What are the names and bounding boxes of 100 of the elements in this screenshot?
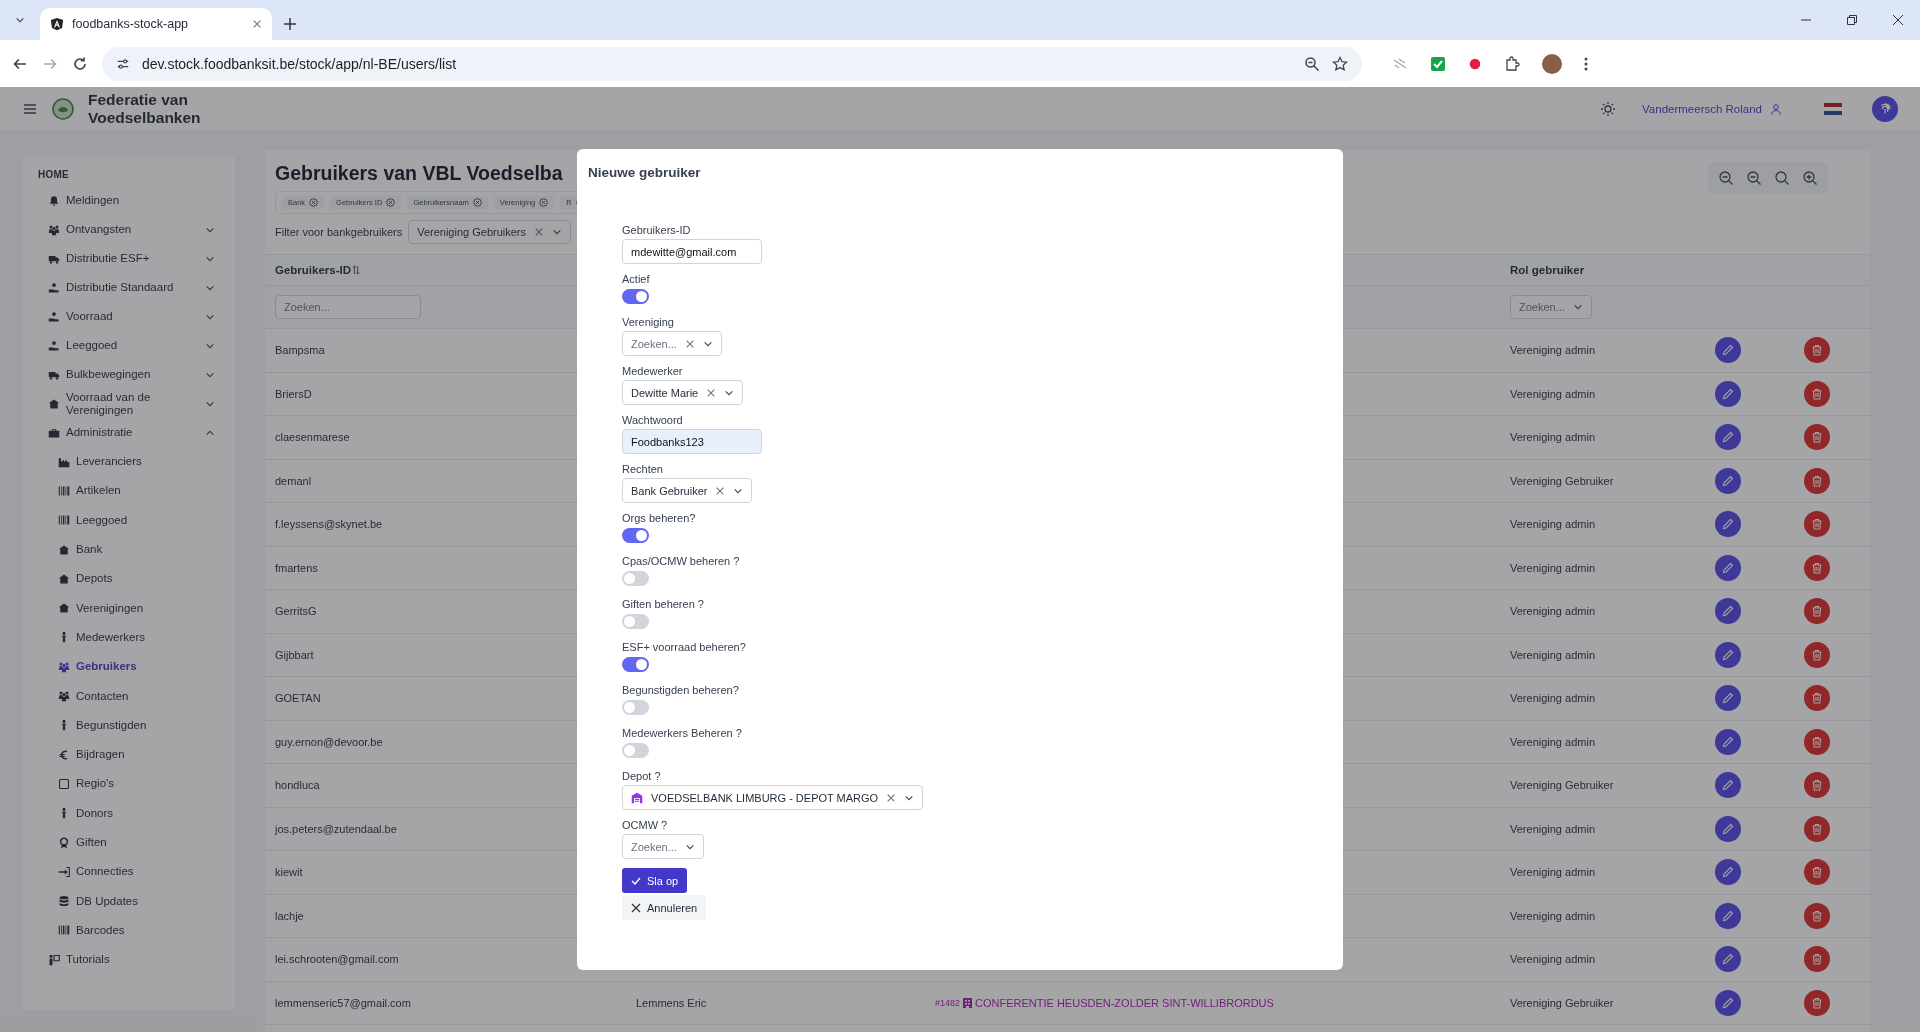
delete-button[interactable] [1804, 511, 1830, 538]
sidebar-item[interactable]: Distributie Standaard [38, 273, 235, 302]
sidebar-item[interactable]: Barcodes [38, 915, 235, 946]
delete-button[interactable] [1804, 772, 1830, 799]
edit-button[interactable] [1715, 554, 1741, 581]
delete-button[interactable] [1804, 685, 1830, 712]
sidebar-item[interactable]: Bulkbewegingen [38, 360, 235, 389]
sidebar-item[interactable]: Verenigingen [38, 593, 235, 623]
role-filter-select[interactable]: Zoeken... [1510, 295, 1592, 319]
cancel-button[interactable]: Annuleren [622, 895, 707, 920]
clear-icon[interactable] [715, 485, 726, 496]
edit-button[interactable] [1715, 989, 1741, 1016]
extension-icon[interactable] [1392, 55, 1408, 72]
record-icon[interactable] [1468, 56, 1482, 71]
delete-button[interactable] [1804, 902, 1830, 929]
clear-icon[interactable] [706, 387, 717, 398]
sidebar-item[interactable]: Tutorials [38, 945, 235, 975]
delete-button[interactable] [1804, 424, 1830, 451]
sidebar-item[interactable]: Gebruikers [38, 652, 235, 682]
user-name[interactable]: Vandermeersch Roland [1642, 102, 1762, 115]
sidebar-item[interactable]: Contacten [38, 681, 235, 711]
delete-button[interactable] [1804, 467, 1830, 494]
edit-button[interactable] [1715, 859, 1741, 886]
edit-button[interactable] [1715, 337, 1741, 364]
sidebar-item[interactable]: Medewerkers [38, 622, 235, 653]
remove-icon[interactable] [472, 198, 482, 207]
delete-button[interactable] [1804, 859, 1830, 886]
edit-button[interactable] [1715, 728, 1741, 755]
sidebar-item[interactable]: Giften [38, 827, 235, 858]
clear-icon[interactable] [534, 227, 544, 237]
sidebar-item[interactable]: Bijdragen [38, 739, 235, 770]
column-header[interactable]: Rol gebruiker [1510, 264, 1585, 276]
close-icon[interactable] [1892, 14, 1904, 26]
sidebar-item[interactable]: Depots [38, 564, 235, 594]
select-field[interactable]: Zoeken... [622, 834, 704, 859]
edit-button[interactable] [1715, 598, 1741, 625]
edit-button[interactable] [1715, 815, 1741, 842]
sidebar-item[interactable]: Leveranciers [38, 447, 235, 477]
puzzle-icon[interactable] [1504, 55, 1520, 72]
edit-button[interactable] [1715, 641, 1741, 668]
delete-button[interactable] [1804, 380, 1830, 407]
toggle-switch[interactable] [622, 657, 649, 672]
save-button[interactable]: Sla op [622, 868, 688, 893]
toggle-switch[interactable] [622, 289, 649, 304]
clear-icon[interactable] [886, 792, 897, 803]
input-field[interactable]: Foodbanks123 [622, 429, 762, 454]
search-field[interactable]: Zoeken... [275, 295, 421, 319]
remove-icon[interactable] [539, 198, 549, 207]
address-bar[interactable]: dev.stock.foodbanksit.be/stock/app/nl-BE/users/list [102, 46, 1362, 81]
reload-icon[interactable] [72, 55, 88, 72]
sidebar-item[interactable]: Administratie [38, 418, 235, 447]
flag-icon[interactable] [1824, 102, 1842, 115]
sidebar-item[interactable]: Donors [38, 798, 235, 828]
edit-button[interactable] [1715, 380, 1741, 407]
sidebar-item[interactable]: Regio's [38, 769, 235, 799]
checkmark-icon[interactable] [1430, 55, 1446, 72]
sidebar-item[interactable]: Ontvangsten [38, 215, 235, 244]
zoom-icon[interactable] [1304, 55, 1320, 72]
remove-icon[interactable] [386, 198, 396, 207]
clear-icon[interactable] [684, 338, 695, 349]
sidebar-item[interactable]: Voorraad [38, 302, 235, 331]
edit-button[interactable] [1715, 424, 1741, 451]
edit-button[interactable] [1715, 685, 1741, 712]
sidebar-item[interactable]: Voorraad van de Verenigingen [38, 389, 235, 418]
delete-button[interactable] [1804, 337, 1830, 364]
select-field[interactable]: Bank Gebruiker [622, 478, 753, 503]
remove-icon[interactable] [309, 198, 319, 207]
close-icon[interactable] [252, 19, 262, 29]
filter-select[interactable]: Vereniging Gebruikers [408, 220, 571, 244]
sidebar-item[interactable]: Begunstigden [38, 710, 235, 740]
column-header[interactable]: Gebruikers-ID [265, 264, 361, 276]
sidebar-item[interactable]: Artikelen [38, 476, 235, 506]
select-field[interactable]: Zoeken... [622, 331, 722, 356]
select-field[interactable]: Dewitte Marie [622, 380, 744, 405]
sun-icon[interactable] [1600, 100, 1617, 117]
delete-button[interactable] [1804, 728, 1830, 755]
edit-button[interactable] [1715, 467, 1741, 494]
select-field[interactable]: VOEDSELBANK LIMBURG - DEPOT MARGO [622, 785, 924, 810]
edit-button[interactable] [1715, 511, 1741, 538]
toggle-switch[interactable] [622, 743, 649, 758]
sidebar-item[interactable]: Bank [38, 534, 235, 565]
browser-tab[interactable]: foodbanks-stock-app [40, 8, 272, 40]
delete-button[interactable] [1804, 641, 1830, 668]
edit-button[interactable] [1715, 946, 1741, 973]
edit-button[interactable] [1715, 902, 1741, 929]
sort-icon[interactable] [352, 265, 361, 275]
account-avatar[interactable] [1872, 95, 1898, 122]
sidebar-item[interactable]: Meldingen [38, 186, 235, 215]
sidebar-item[interactable]: DB Updates [38, 886, 235, 916]
delete-button[interactable] [1804, 598, 1830, 625]
edit-button[interactable] [1715, 772, 1741, 799]
profile-avatar[interactable] [1542, 53, 1562, 74]
delete-button[interactable] [1804, 554, 1830, 581]
delete-button[interactable] [1804, 989, 1830, 1016]
restore-icon[interactable] [1846, 14, 1858, 26]
star-icon[interactable] [1332, 55, 1348, 72]
toggle-switch[interactable] [622, 614, 649, 629]
delete-button[interactable] [1804, 946, 1830, 973]
sidebar-item[interactable]: Leeggoed [38, 505, 235, 535]
toggle-switch[interactable] [622, 700, 649, 715]
